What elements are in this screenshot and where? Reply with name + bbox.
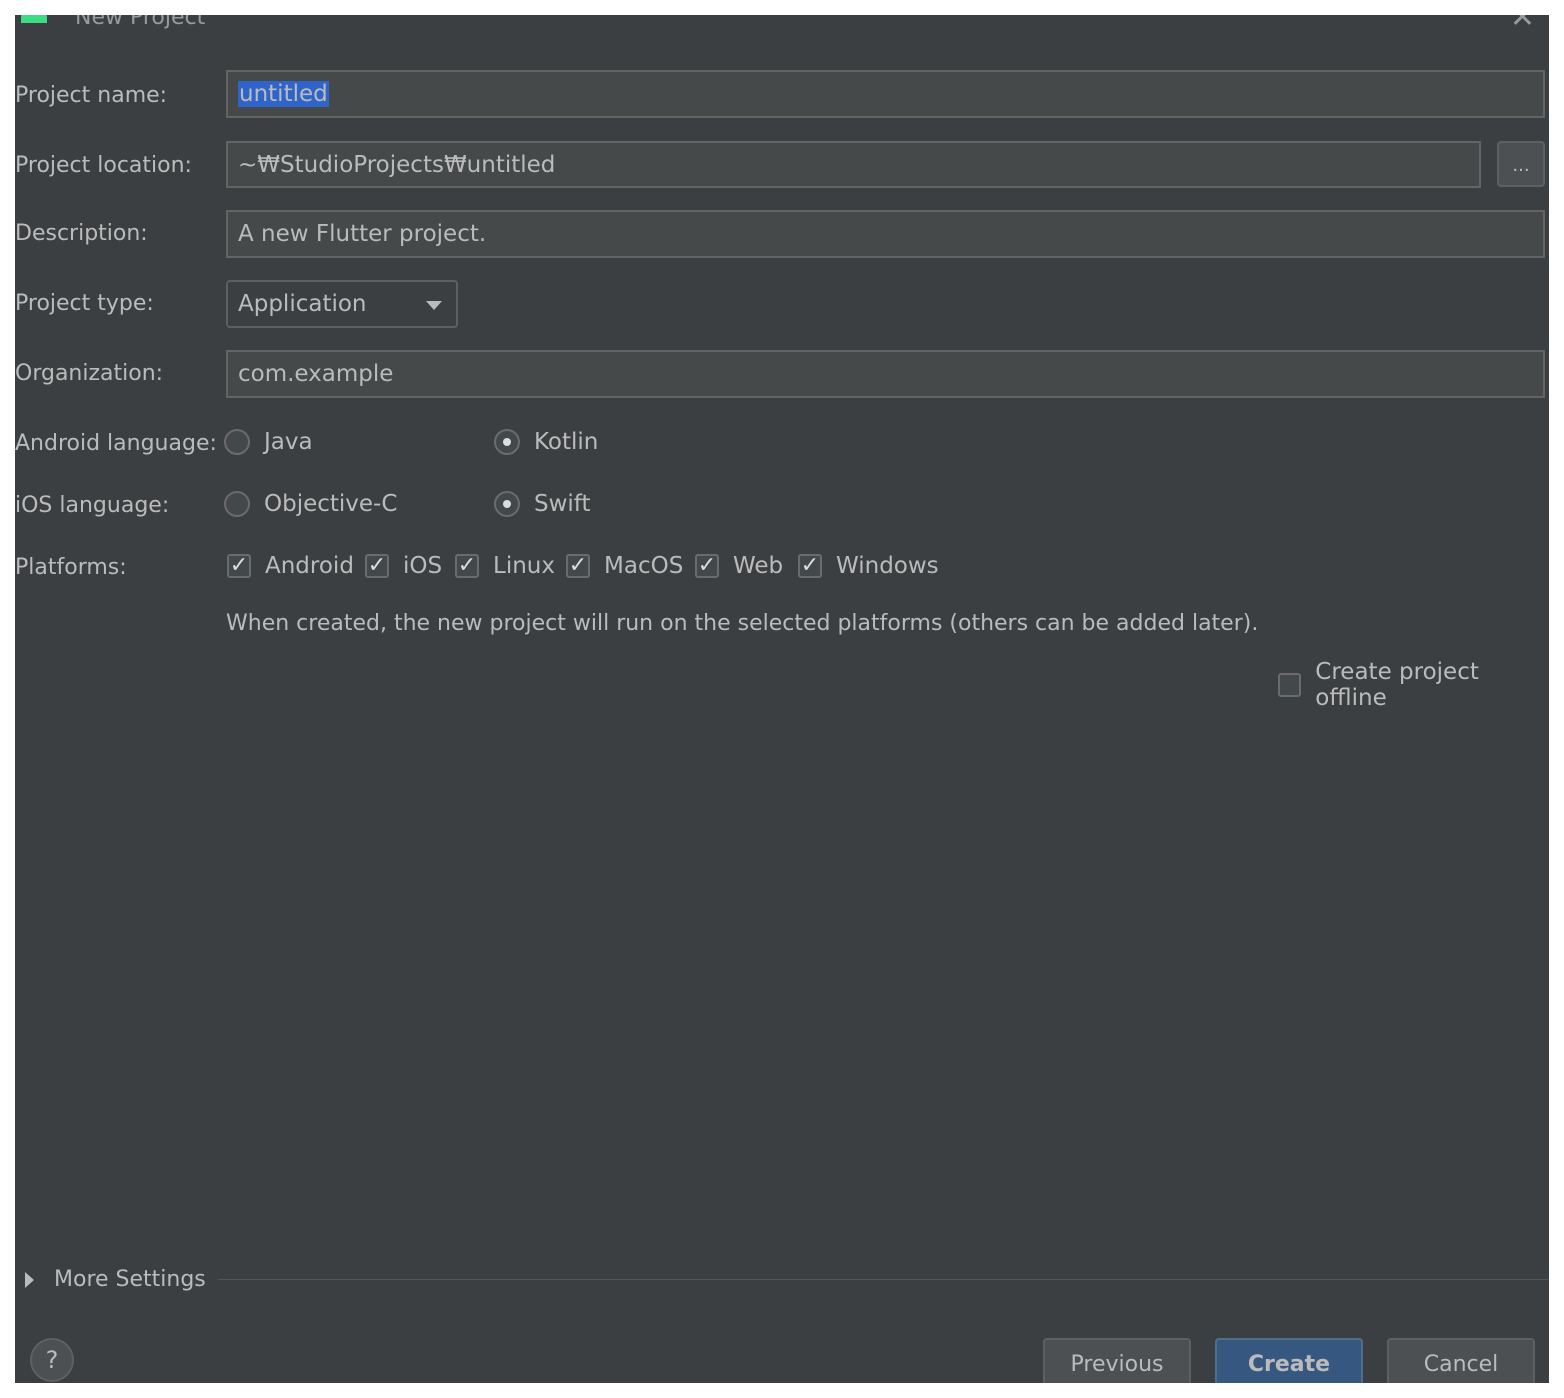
radio-java-label: Java [264,429,313,455]
platforms-label: Platforms: [15,555,127,580]
radio-java-indicator [224,429,250,455]
title-bar: New Project ✕ [15,15,1549,35]
previous-button[interactable]: Previous [1043,1338,1191,1383]
checkbox-windows[interactable]: ✓ Windows [798,553,939,579]
checkbox-macos[interactable]: ✓ MacOS [566,553,683,579]
checkbox-windows-label: Windows [836,553,939,579]
project-name-input[interactable]: untitled [226,70,1545,118]
radio-swift-label: Swift [534,491,591,517]
checkbox-create-offline[interactable]: Create project offline [1278,659,1549,711]
organization-label: Organization: [15,361,164,386]
checkbox-web-label: Web [733,553,784,579]
organization-input[interactable]: com.example [226,350,1545,398]
description-input[interactable]: A new Flutter project. [226,210,1545,258]
cancel-button[interactable]: Cancel [1387,1338,1535,1383]
more-settings-label: More Settings [54,1267,206,1292]
android-icon [21,15,47,23]
radio-kotlin-indicator [494,429,520,455]
browse-button[interactable]: ... [1497,141,1545,187]
checkbox-linux-label: Linux [493,553,555,579]
checkbox-web[interactable]: ✓ Web [695,553,783,579]
expand-arrow-icon [25,1271,34,1288]
project-type-label: Project type: [15,291,154,316]
android-language-label: Android language: [15,431,217,456]
checkbox-ios[interactable]: ✓ iOS [365,553,442,579]
checkbox-android-label: Android [265,553,354,579]
checkbox-offline-label: Create project offline [1315,659,1479,711]
description-label: Description: [15,221,148,246]
chevron-down-icon [426,301,442,310]
radio-objective-c-label: Objective-C [264,491,398,517]
checkbox-ios-label: iOS [403,553,443,579]
close-icon[interactable]: ✕ [1510,15,1535,33]
project-location-input[interactable]: ~₩StudioProjects₩untitled [226,141,1481,188]
radio-kotlin-label: Kotlin [534,429,599,455]
description-value: A new Flutter project. [238,221,487,247]
radio-swift[interactable]: Swift [494,491,591,517]
ios-language-label: iOS language: [15,493,170,518]
project-location-label: Project location: [15,153,192,178]
project-name-label: Project name: [15,83,168,108]
checkbox-android[interactable]: ✓ Android [227,553,354,579]
radio-java[interactable]: Java [224,429,313,455]
platforms-hint: When created, the new project will run o… [226,611,1259,636]
project-name-value: untitled [238,81,329,107]
window-title: New Project [75,15,206,30]
radio-objective-c[interactable]: Objective-C [224,491,397,517]
create-button[interactable]: Create [1215,1338,1363,1383]
project-location-value: ~₩StudioProjects₩untitled [238,151,556,178]
radio-swift-indicator [494,491,520,517]
project-type-dropdown[interactable]: Application [226,280,458,328]
new-project-dialog: New Project ✕ Project name: untitled Pro… [15,15,1549,1383]
checkmark-icon: ✓ [455,554,479,578]
checkbox-offline-indicator [1278,673,1302,697]
help-button[interactable]: ? [30,1338,74,1382]
project-type-value: Application [238,291,367,317]
more-settings-divider [218,1279,1549,1280]
checkbox-macos-label: MacOS [604,553,684,579]
radio-kotlin[interactable]: Kotlin [494,429,598,455]
checkmark-icon: ✓ [566,554,590,578]
checkbox-linux[interactable]: ✓ Linux [455,553,555,579]
radio-objective-c-indicator [224,491,250,517]
checkmark-icon: ✓ [227,554,251,578]
checkmark-icon: ✓ [695,554,719,578]
more-settings-toggle[interactable]: More Settings [25,1267,206,1292]
checkmark-icon: ✓ [365,554,389,578]
checkmark-icon: ✓ [798,554,822,578]
organization-value: com.example [238,361,394,387]
